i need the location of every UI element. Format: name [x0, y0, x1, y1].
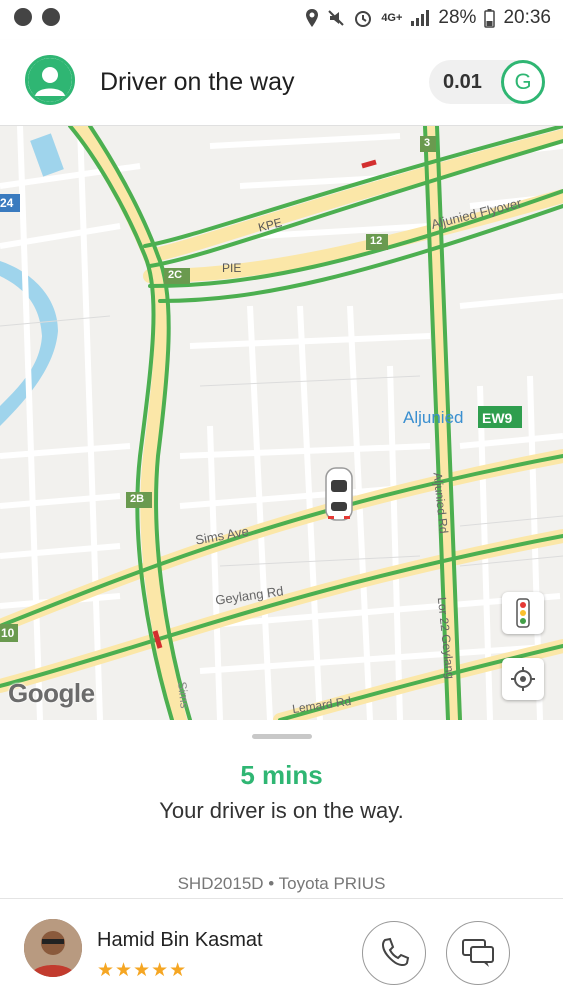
eta-text: 5 mins — [240, 760, 323, 790]
traffic-light-icon — [516, 598, 530, 628]
trip-status-text: Your driver is on the way. — [159, 798, 404, 823]
mute-icon — [328, 10, 345, 26]
grab-credits-icon: G — [501, 60, 545, 104]
map-label-station-code: EW9 — [482, 410, 513, 426]
status-bar: 4G+ 28% 20:36 — [0, 0, 563, 40]
chat-icon — [462, 939, 494, 967]
call-driver-button[interactable] — [362, 921, 426, 985]
clock: 20:36 — [503, 7, 551, 28]
driver-avatar[interactable] — [24, 919, 82, 977]
traffic-toggle-button[interactable] — [502, 592, 544, 634]
page-title: Driver on the way — [100, 68, 295, 96]
exit-marker-2b: 2B — [130, 493, 145, 505]
map-label-sims-way: Sims — [174, 681, 192, 709]
driver-rating-stars: ★★★★★ — [97, 960, 188, 981]
music-notification-icon — [14, 8, 32, 26]
exit-marker-2c: 2C — [168, 269, 183, 281]
signal-icon — [411, 10, 430, 26]
user-avatar-icon[interactable] — [25, 55, 75, 105]
locate-me-button[interactable] — [502, 658, 544, 700]
google-attribution: Google — [8, 678, 95, 708]
exit-marker-10: 10 — [1, 626, 15, 640]
map-view[interactable]: KPE PIE Aljunied Flyover Sims Ave Geylan… — [0, 126, 563, 720]
locate-me-icon — [511, 667, 535, 691]
phone-icon — [381, 937, 410, 967]
driver-car-icon — [325, 467, 353, 521]
battery-icon — [484, 8, 496, 28]
exit-marker-3: 3 — [424, 137, 431, 149]
battery-level: 28% — [438, 7, 477, 28]
message-notification-icon — [42, 8, 60, 26]
driver-name: Hamid Bin Kasmat — [97, 929, 263, 951]
exit-marker-12: 12 — [370, 235, 383, 247]
map-label-pie: PIE — [222, 261, 242, 275]
app-header: Driver on the way 0.01 G — [0, 40, 563, 126]
map-label-station: Aljunied — [403, 408, 464, 427]
credits-value: 0.01 — [443, 71, 482, 93]
credits-balance-button[interactable]: 0.01 G — [429, 60, 545, 104]
alarm-icon — [355, 11, 372, 27]
sheet-drag-handle[interactable] — [252, 734, 312, 739]
exit-marker-24: 24 — [0, 196, 14, 210]
trip-info-sheet: 5 mins Your driver is on the way. SHD201… — [0, 720, 563, 1000]
location-icon — [306, 9, 319, 27]
driver-bar: Hamid Bin Kasmat ★★★★★ — [0, 898, 563, 1001]
vehicle-info: SHD2015D • Toyota PRIUS — [177, 874, 386, 893]
network-type: 4G+ — [381, 12, 403, 24]
chat-driver-button[interactable] — [446, 921, 510, 985]
